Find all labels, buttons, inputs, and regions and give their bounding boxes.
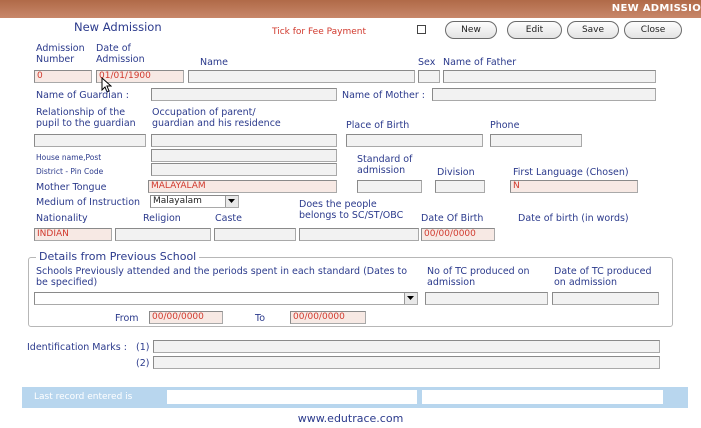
- admission-number-input[interactable]: 0: [34, 70, 92, 83]
- sex-input[interactable]: [418, 70, 440, 83]
- dob-in-words-label: Date of birth (in words): [518, 213, 629, 224]
- religion-input[interactable]: [115, 228, 211, 241]
- title-bar: NEW ADMISSIO: [0, 0, 701, 18]
- date-of-admission-label: Date of Admission: [96, 43, 145, 65]
- identification-mark-2-input[interactable]: [153, 356, 660, 369]
- tc-count-input[interactable]: [425, 292, 548, 305]
- nationality-input[interactable]: INDIAN: [34, 228, 112, 241]
- first-language-label: First Language (Chosen): [513, 167, 629, 178]
- occupation-label: Occupation of parent/ guardian and his r…: [152, 107, 281, 129]
- chevron-down-icon[interactable]: [404, 293, 417, 304]
- identification-mark-1-input[interactable]: [153, 340, 660, 353]
- district-pin-input[interactable]: [151, 163, 337, 176]
- tc-date-label: Date of TC produced on admission: [554, 266, 652, 288]
- sex-label: Sex: [418, 57, 436, 68]
- name-of-guardian-label: Name of Guardian :: [36, 90, 129, 101]
- relationship-input[interactable]: [34, 134, 146, 147]
- mother-tongue-label: Mother Tongue: [36, 182, 107, 193]
- phone-input[interactable]: [490, 134, 582, 147]
- caste-input[interactable]: [214, 228, 296, 241]
- medium-select-value: Malayalam: [153, 196, 202, 206]
- place-of-birth-label: Place of Birth: [346, 120, 410, 131]
- standard-input[interactable]: [357, 180, 422, 193]
- name-of-guardian-input[interactable]: [151, 88, 337, 101]
- name-of-father-input[interactable]: [443, 70, 656, 83]
- occupation-input[interactable]: [151, 134, 337, 147]
- nationality-label: Nationality: [36, 213, 88, 224]
- first-language-input[interactable]: N: [510, 180, 638, 193]
- division-input[interactable]: [435, 180, 485, 193]
- name-of-father-label: Name of Father: [443, 57, 517, 68]
- division-label: Division: [437, 167, 475, 178]
- last-record-label: Last record entered is: [34, 392, 133, 402]
- house-name-label: House name,Post: [36, 153, 102, 162]
- tc-count-label: No of TC produced on admission: [427, 266, 530, 288]
- edit-button[interactable]: Edit: [507, 21, 562, 39]
- house-name-input[interactable]: [151, 149, 337, 162]
- medium-label: Medium of Instruction: [36, 197, 141, 208]
- from-date-input[interactable]: 00/00/0000: [149, 311, 223, 324]
- name-of-mother-input[interactable]: [432, 88, 656, 101]
- fee-payment-checkbox[interactable]: [417, 25, 426, 34]
- identification-marks-label: Identification Marks :: [27, 342, 127, 353]
- sc-st-obc-label: Does the people belongs to SC/ST/OBC: [299, 199, 404, 221]
- close-button[interactable]: Close: [624, 21, 682, 39]
- chevron-down-icon[interactable]: [225, 196, 238, 207]
- mark-2-label: (2): [136, 358, 150, 369]
- date-of-birth-label: Date Of Birth: [421, 213, 484, 224]
- form-title: New Admission: [74, 20, 162, 34]
- name-input[interactable]: [188, 70, 415, 83]
- last-record-field-1: [167, 390, 417, 404]
- tc-date-input[interactable]: [552, 292, 659, 305]
- caste-label: Caste: [215, 213, 242, 224]
- footer-url: www.edutrace.com: [297, 412, 404, 425]
- date-of-birth-input[interactable]: 00/00/0000: [421, 228, 495, 241]
- schools-previously-select[interactable]: [34, 292, 418, 305]
- religion-label: Religion: [143, 213, 181, 224]
- place-of-birth-input[interactable]: [346, 134, 483, 147]
- sc-st-obc-input[interactable]: [299, 228, 419, 241]
- mark-1-label: (1): [136, 342, 150, 353]
- medium-select[interactable]: Malayalam: [150, 195, 239, 208]
- to-label: To: [255, 313, 266, 324]
- name-label: Name: [200, 57, 229, 68]
- relationship-label: Relationship of the pupil to the guardia…: [36, 107, 136, 129]
- fee-payment-label: Tick for Fee Payment: [272, 27, 366, 37]
- to-date-input[interactable]: 00/00/0000: [290, 311, 366, 324]
- schools-previously-label: Schools Previously attended and the peri…: [36, 266, 408, 288]
- phone-label: Phone: [490, 120, 520, 131]
- save-button[interactable]: Save: [567, 21, 619, 39]
- standard-label: Standard of admission: [357, 154, 413, 176]
- new-button[interactable]: New: [445, 21, 497, 39]
- district-pin-label: District - Pin Code: [36, 167, 104, 176]
- mother-tongue-input[interactable]: MALAYALAM: [148, 180, 337, 193]
- from-label: From: [115, 313, 139, 324]
- previous-school-legend: Details from Previous School: [36, 250, 200, 263]
- name-of-mother-label: Name of Mother :: [342, 90, 425, 101]
- admission-number-label: Admission Number: [36, 43, 85, 65]
- window-title: NEW ADMISSIO: [611, 3, 701, 14]
- status-bar: Last record entered is: [22, 387, 688, 408]
- last-record-field-2: [422, 390, 663, 404]
